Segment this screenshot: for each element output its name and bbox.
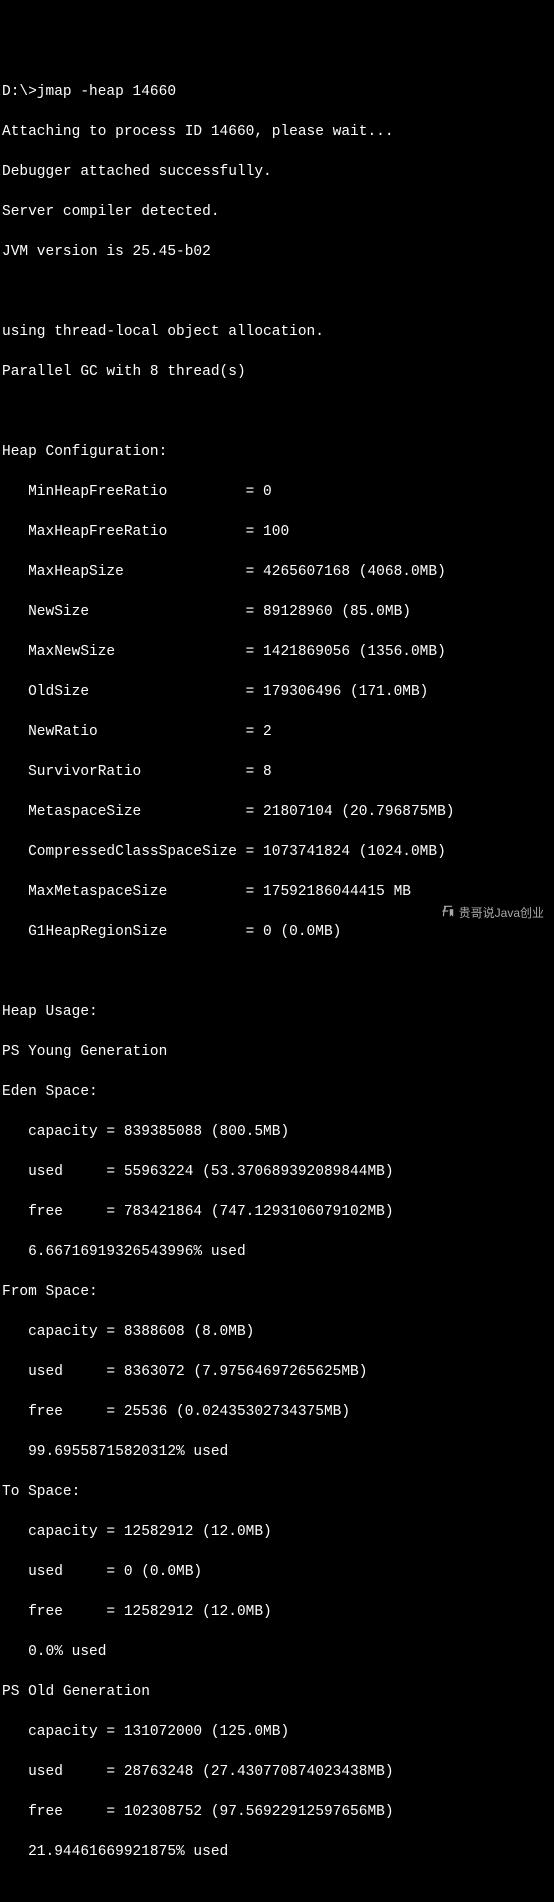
- config-new-ratio: NewRatio = 2: [2, 722, 554, 742]
- gc-message: Parallel GC with 8 thread(s): [2, 362, 554, 382]
- watermark-text: 贵哥说Java创业: [459, 905, 544, 922]
- zhihu-watermark: 贵哥说Java创业: [427, 887, 544, 939]
- blank-line: [2, 1882, 554, 1902]
- to-header: To Space:: [2, 1482, 554, 1502]
- to-free: free = 12582912 (12.0MB): [2, 1602, 554, 1622]
- zhihu-icon: [427, 887, 454, 939]
- ps-old-header: PS Old Generation: [2, 1682, 554, 1702]
- old-used: used = 28763248 (27.430770874023438MB): [2, 1762, 554, 1782]
- blank-line: [2, 282, 554, 302]
- config-metaspace-size: MetaspaceSize = 21807104 (20.796875MB): [2, 802, 554, 822]
- config-max-new-size: MaxNewSize = 1421869056 (1356.0MB): [2, 642, 554, 662]
- old-free: free = 102308752 (97.56922912597656MB): [2, 1802, 554, 1822]
- debugger-message: Debugger attached successfully.: [2, 162, 554, 182]
- to-pct: 0.0% used: [2, 1642, 554, 1662]
- config-max-heap-size: MaxHeapSize = 4265607168 (4068.0MB): [2, 562, 554, 582]
- eden-header: Eden Space:: [2, 1082, 554, 1102]
- allocation-message: using thread-local object allocation.: [2, 322, 554, 342]
- config-new-size: NewSize = 89128960 (85.0MB): [2, 602, 554, 622]
- config-old-size: OldSize = 179306496 (171.0MB): [2, 682, 554, 702]
- eden-capacity: capacity = 839385088 (800.5MB): [2, 1122, 554, 1142]
- jvm-version: JVM version is 25.45-b02: [2, 242, 554, 262]
- config-compressed-class-space-size: CompressedClassSpaceSize = 1073741824 (1…: [2, 842, 554, 862]
- compiler-message: Server compiler detected.: [2, 202, 554, 222]
- old-capacity: capacity = 131072000 (125.0MB): [2, 1722, 554, 1742]
- config-max-heap-free-ratio: MaxHeapFreeRatio = 100: [2, 522, 554, 542]
- from-header: From Space:: [2, 1282, 554, 1302]
- command-prompt: D:\>jmap -heap 14660: [2, 82, 554, 102]
- heap-usage-header: Heap Usage:: [2, 1002, 554, 1022]
- from-capacity: capacity = 8388608 (8.0MB): [2, 1322, 554, 1342]
- blank-line: [2, 402, 554, 422]
- from-pct: 99.69558715820312% used: [2, 1442, 554, 1462]
- from-free: free = 25536 (0.02435302734375MB): [2, 1402, 554, 1422]
- to-used: used = 0 (0.0MB): [2, 1562, 554, 1582]
- eden-used: used = 55963224 (53.370689392089844MB): [2, 1162, 554, 1182]
- to-capacity: capacity = 12582912 (12.0MB): [2, 1522, 554, 1542]
- heap-config-header: Heap Configuration:: [2, 442, 554, 462]
- eden-pct: 6.66716919326543996% used: [2, 1242, 554, 1262]
- eden-free: free = 783421864 (747.1293106079102MB): [2, 1202, 554, 1222]
- config-survivor-ratio: SurvivorRatio = 8: [2, 762, 554, 782]
- old-pct: 21.94461669921875% used: [2, 1842, 554, 1862]
- ps-young-header: PS Young Generation: [2, 1042, 554, 1062]
- attach-message: Attaching to process ID 14660, please wa…: [2, 122, 554, 142]
- blank-line: [2, 962, 554, 982]
- from-used: used = 8363072 (7.97564697265625MB): [2, 1362, 554, 1382]
- config-min-heap-free-ratio: MinHeapFreeRatio = 0: [2, 482, 554, 502]
